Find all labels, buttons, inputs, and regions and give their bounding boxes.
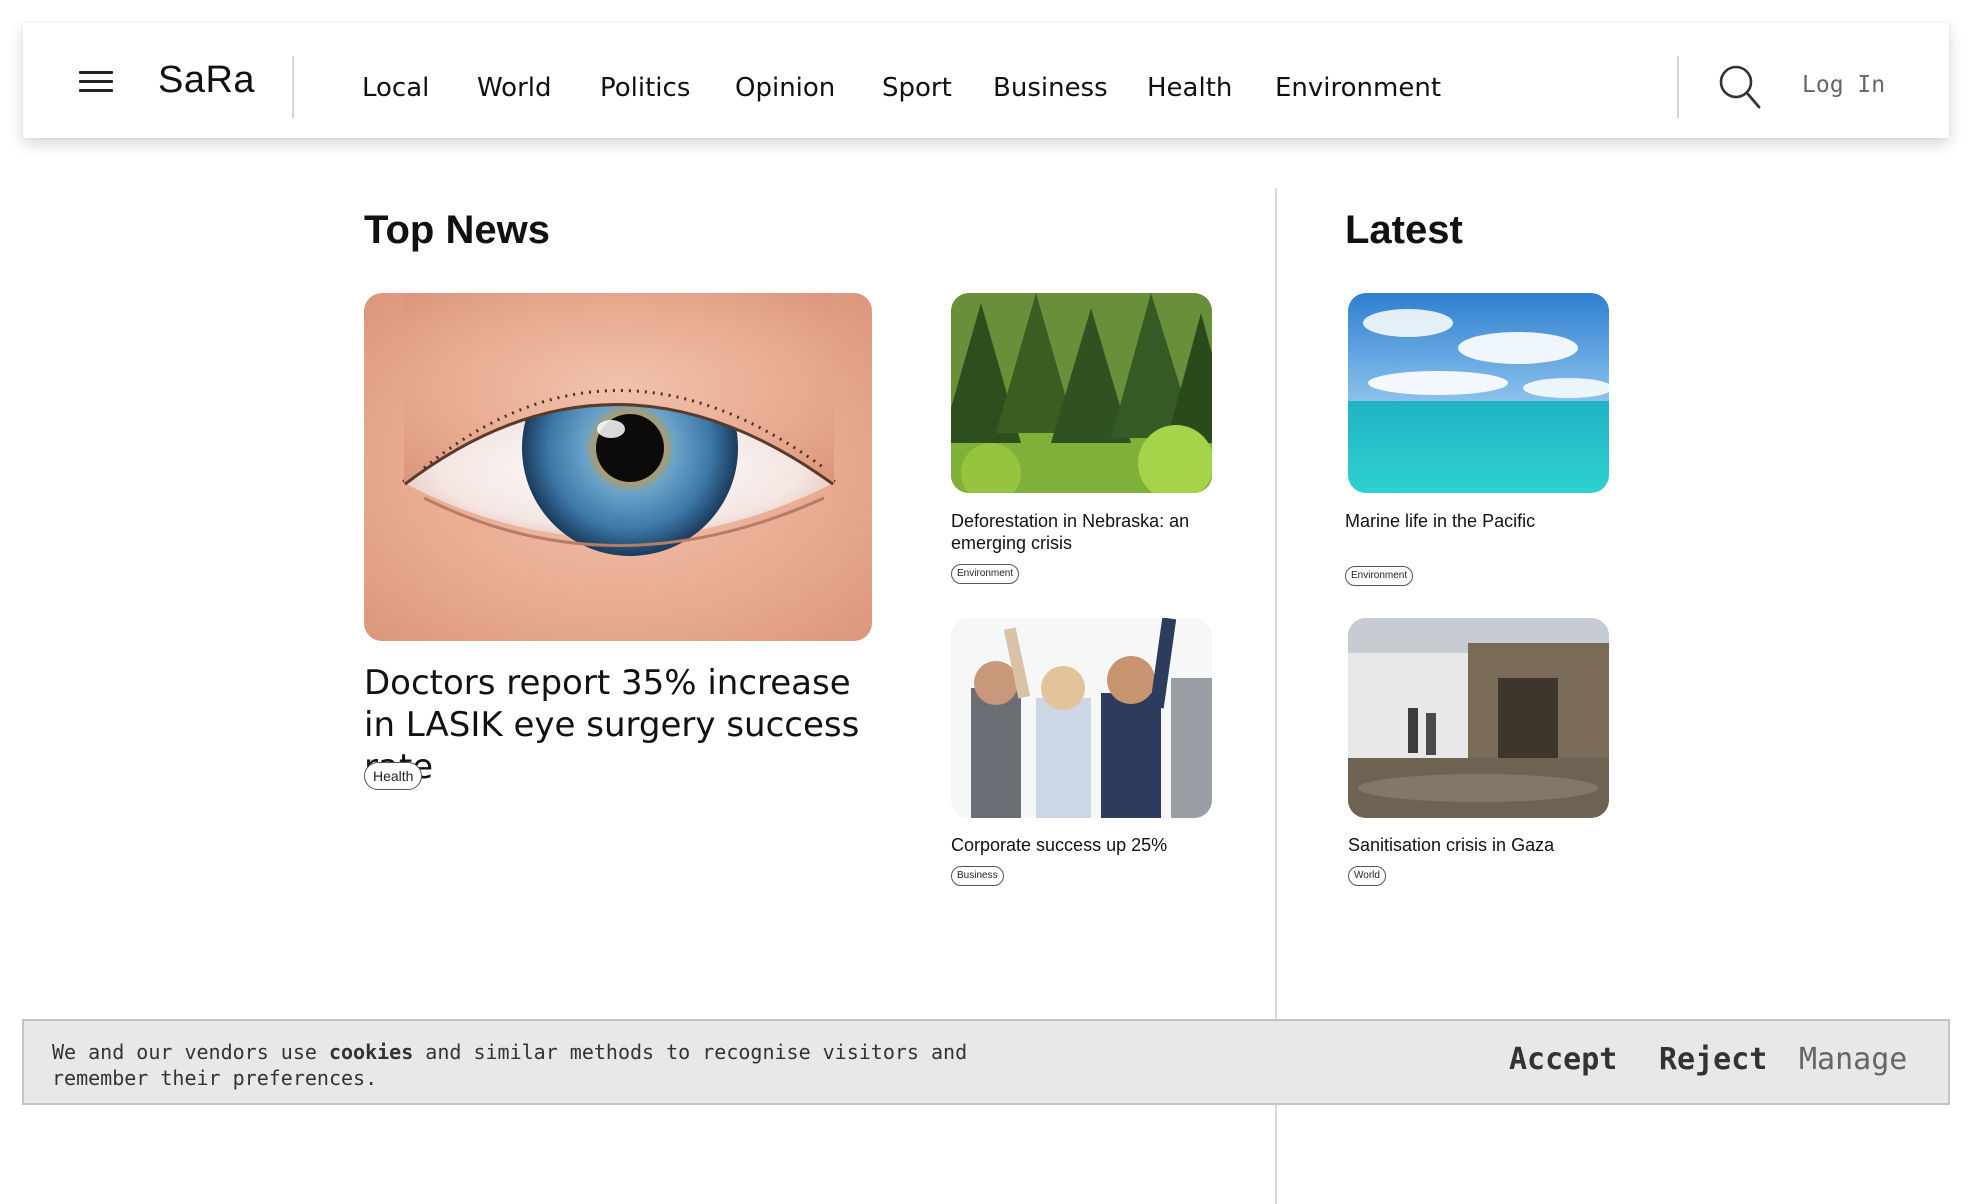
nav-item-world[interactable]: World: [477, 75, 552, 101]
news-page: SaRa Local World Politics Opinion Sport …: [0, 0, 1980, 1204]
header-divider-right: [1677, 56, 1679, 118]
article-headline-gaza[interactable]: Sanitisation crisis in Gaza: [1348, 834, 1618, 856]
nav-item-environment[interactable]: Environment: [1275, 75, 1441, 101]
top-news-title: Top News: [364, 208, 550, 252]
login-link[interactable]: Log In: [1802, 74, 1885, 97]
header-divider-left: [292, 56, 294, 118]
nav-item-health[interactable]: Health: [1147, 75, 1232, 101]
nav-item-politics[interactable]: Politics: [600, 75, 690, 101]
article-image-ocean[interactable]: [1348, 293, 1609, 493]
featured-article-image[interactable]: [364, 293, 872, 641]
flooded-camp-photo-icon: [1348, 618, 1609, 818]
nav-item-opinion[interactable]: Opinion: [735, 75, 835, 101]
featured-article-headline[interactable]: Doctors report 35% increase in LASIK eye…: [364, 662, 884, 788]
forest-photo-icon: [951, 293, 1212, 493]
cookie-banner: We and our vendors use cookies and simil…: [22, 1019, 1950, 1105]
manage-button[interactable]: Manage: [1799, 1045, 1907, 1075]
ocean-photo-icon: [1348, 293, 1609, 493]
site-logo[interactable]: SaRa: [158, 61, 255, 99]
celebrating-people-photo-icon: [951, 618, 1212, 818]
hamburger-menu-icon[interactable]: [79, 64, 115, 96]
article-headline-marine[interactable]: Marine life in the Pacific: [1345, 510, 1615, 532]
article-tag-business[interactable]: Business: [951, 866, 1004, 886]
cookie-text-start: We and our vendors use: [52, 1040, 329, 1064]
article-headline-corporate[interactable]: Corporate success up 25%: [951, 834, 1221, 856]
article-headline-deforestation[interactable]: Deforestation in Nebraska: an emerging c…: [951, 510, 1221, 554]
article-image-forest[interactable]: [951, 293, 1212, 493]
article-image-camp[interactable]: [1348, 618, 1609, 818]
article-tag-environment-latest[interactable]: Environment: [1345, 566, 1414, 586]
nav-item-local[interactable]: Local: [362, 75, 429, 101]
eye-photo-icon: [364, 293, 872, 641]
article-tag-environment[interactable]: Environment: [951, 564, 1020, 584]
article-tag-world[interactable]: World: [1348, 866, 1386, 886]
featured-article-tag[interactable]: Health: [364, 762, 423, 790]
latest-title: Latest: [1345, 208, 1463, 252]
cookie-text-bold: cookies: [328, 1040, 414, 1064]
article-image-business[interactable]: [951, 618, 1212, 818]
nav-item-sport[interactable]: Sport: [882, 75, 952, 101]
reject-button[interactable]: Reject: [1659, 1045, 1767, 1075]
site-header: SaRa Local World Politics Opinion Sport …: [23, 23, 1949, 138]
accept-button[interactable]: Accept: [1509, 1045, 1617, 1075]
nav-item-business[interactable]: Business: [993, 75, 1108, 101]
cookie-message: We and our vendors use cookies and simil…: [52, 1039, 992, 1091]
search-icon[interactable]: [1717, 63, 1763, 109]
